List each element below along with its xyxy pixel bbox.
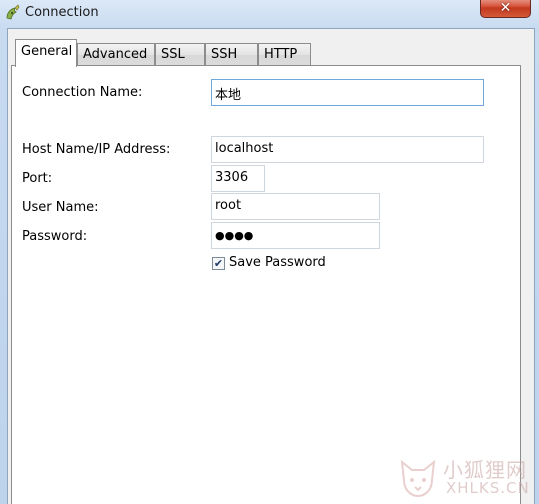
port-label: Port:	[22, 171, 53, 186]
general-panel: Connection Name: 本地 Host Name/IP Address…	[11, 65, 521, 504]
user-name-label: User Name:	[22, 200, 99, 215]
host-input[interactable]: localhost	[211, 136, 484, 163]
window-title: Connection	[25, 5, 99, 20]
connection-name-input[interactable]: 本地	[211, 79, 484, 106]
save-password-label[interactable]: Save Password	[229, 255, 326, 270]
tab-ssl[interactable]: SSL	[155, 43, 205, 66]
watermark: 小狐狸网 XHLKS.CN	[396, 452, 536, 504]
password-input[interactable]: ●●●●	[211, 222, 380, 249]
navicat-dolphin-icon	[6, 4, 20, 20]
password-label: Password:	[22, 229, 88, 244]
watermark-en-text: XHLKS.CN	[446, 479, 530, 497]
fox-logo-icon	[400, 459, 436, 498]
tab-advanced[interactable]: Advanced	[77, 43, 155, 66]
dialog-client-area: General Advanced SSL SSH HTTP Connection…	[7, 28, 535, 504]
tab-ssh[interactable]: SSH	[205, 43, 258, 66]
close-icon: ✕	[499, 0, 512, 16]
check-mark-icon: ✔	[213, 257, 224, 270]
save-password-checkbox[interactable]: ✔	[212, 257, 225, 270]
tab-http[interactable]: HTTP	[258, 43, 311, 66]
host-label: Host Name/IP Address:	[22, 142, 171, 157]
port-input[interactable]: 3306	[211, 165, 265, 192]
title-bar[interactable]: Connection ✕	[0, 0, 539, 28]
tab-general[interactable]: General	[15, 39, 77, 67]
window-frame: Connection ✕ General Advanced SSL SSH HT…	[0, 0, 539, 504]
user-name-input[interactable]: root	[211, 193, 380, 220]
tab-strip: General Advanced SSL SSH HTTP	[11, 39, 521, 67]
connection-name-label: Connection Name:	[22, 85, 143, 100]
close-button[interactable]: ✕	[480, 0, 531, 18]
